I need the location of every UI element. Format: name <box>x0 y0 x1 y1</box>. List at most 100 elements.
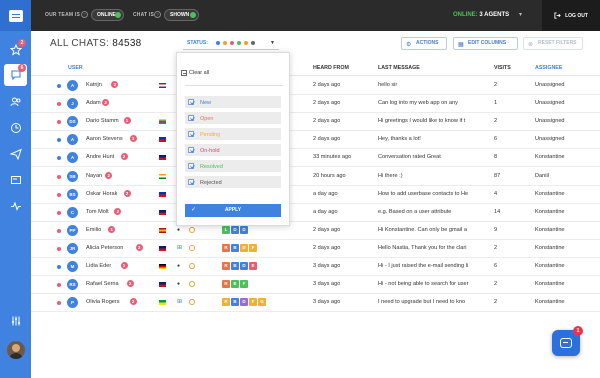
sidebar-item-canned[interactable] <box>4 169 27 191</box>
team-help-icon[interactable]: ? <box>81 11 88 18</box>
table-row[interactable]: BS Oskar Horak 2 a day ago How to add userba… <box>31 186 600 204</box>
assignee[interactable]: Unassigned <box>535 136 565 142</box>
logout-button[interactable]: LOG OUT <box>542 0 600 31</box>
segment-tag: D <box>240 298 248 307</box>
assignee[interactable]: Unassigned <box>535 118 565 124</box>
segment-tag: F <box>249 298 257 307</box>
user-name[interactable]: Olivia Rogers <box>86 299 120 305</box>
assignee[interactable]: Konstantine <box>535 299 565 305</box>
user-name[interactable]: Dario Stamm <box>86 118 119 124</box>
assignee[interactable]: Unassigned <box>535 100 565 106</box>
assignee[interactable]: Konstantine <box>535 281 565 287</box>
table-row[interactable]: A Aaron Stevens 1 2 days ago Hey, thanks a l… <box>31 131 600 150</box>
status-dot <box>57 246 61 251</box>
user-name[interactable]: Emilio <box>86 227 101 233</box>
segment-tag: E <box>249 262 257 270</box>
table-row[interactable]: J Adam 2 2 days ago Can log into my web app … <box>31 95 600 114</box>
status-option-3[interactable]: On-hold <box>185 144 281 157</box>
assignee[interactable]: Konstantine <box>535 154 565 160</box>
status-option-2[interactable]: Pending <box>185 128 281 141</box>
segment-tag: B <box>231 298 239 307</box>
unread-badge: 2 <box>123 189 131 197</box>
app-logo[interactable] <box>0 0 31 31</box>
sidebar-item-analytics[interactable] <box>4 195 27 217</box>
assignee[interactable]: Konstantine <box>535 191 565 197</box>
starred-badge: 2 <box>18 39 26 47</box>
sidebar-item-chats[interactable]: 6 <box>4 64 27 86</box>
column-assignee[interactable]: ASSIGNEE <box>535 65 562 71</box>
user-name[interactable]: Rafael Serna <box>86 281 119 287</box>
user-name[interactable]: Katrijn <box>86 82 102 88</box>
agent-avatar[interactable] <box>7 341 25 359</box>
assignee[interactable]: Konstantine <box>535 245 565 251</box>
table-row[interactable]: A Katrijn 2 2 days ago hello sir 2 Unassigned <box>31 77 600 95</box>
chat-shown-toggle[interactable]: SHOWN <box>164 9 199 21</box>
user-name[interactable]: Andre Hunt <box>86 154 114 160</box>
assignee[interactable]: Daniil <box>535 173 549 179</box>
segment-tag: R <box>222 280 230 289</box>
heard-from: 2 days ago <box>313 226 341 233</box>
sidebar-item-settings[interactable] <box>4 310 27 332</box>
status-filter-dropdown[interactable]: STATUS: ▼ <box>183 36 279 50</box>
actions-button[interactable]: ⚙ ACTIONS <box>401 37 447 50</box>
table-row[interactable]: RS Rafael Serna 2 ● R E F 3 days ago Hi - not be… <box>31 276 600 295</box>
status-option-4[interactable]: Resolved <box>185 160 281 173</box>
user-name[interactable]: Adam <box>86 100 101 106</box>
table-row[interactable]: A Andre Hunt 2 33 minutes ago Conversation r… <box>31 149 600 168</box>
avatar: J <box>67 98 78 110</box>
status-option-1[interactable]: Open <box>185 112 281 125</box>
table-row[interactable]: P Olivia Rogers 2 ⊞ R B D F G 3 days ago I need to… <box>31 294 600 313</box>
unread-badge: 1 <box>108 225 116 233</box>
sidebar-item-starred[interactable]: 2 <box>4 39 27 61</box>
column-heard-from[interactable]: HEARD FROM <box>313 65 349 71</box>
sidebar-item-history[interactable] <box>4 117 27 139</box>
avatar: A <box>67 80 78 91</box>
last-message: Hi there :) <box>378 172 403 179</box>
chat-widget-button[interactable]: 1 <box>552 326 583 356</box>
assignee[interactable]: Konstantine <box>535 209 565 215</box>
unread-badge: 1 <box>123 117 131 125</box>
user-name[interactable]: Lidia Eder <box>86 263 111 269</box>
team-online-toggle[interactable]: ONLINE <box>91 9 124 21</box>
sidebar-item-messages[interactable] <box>4 143 27 165</box>
user-name[interactable]: Alicia Peterson <box>86 245 123 251</box>
actions-label: ACTIONS <box>416 40 439 46</box>
sidebar-item-users[interactable] <box>4 91 27 113</box>
visits-count: 14 <box>494 208 501 215</box>
table-row[interactable]: DS Dario Stamm 1 2 days ago Hi greetings I w… <box>31 113 600 132</box>
apply-button[interactable]: ✓ APPLY <box>185 204 281 217</box>
user-name[interactable]: Oskar Horak <box>86 191 117 197</box>
avatar: DS <box>67 116 78 128</box>
table-row[interactable]: PP Emilio 1 ● L D D 2 days ago Hi Konstantine. C… <box>31 222 600 240</box>
status-option-5[interactable]: Rejected <box>185 176 281 189</box>
flag-icon <box>159 83 166 88</box>
chat-help-icon[interactable]: ? <box>154 11 161 18</box>
user-name[interactable]: Nayan <box>86 173 102 179</box>
table-row[interactable]: JR Alicia Peterson 2 ⊞ R B D F 2 days ago Hello N… <box>31 240 600 258</box>
status-color-dot <box>230 41 234 45</box>
user-name[interactable]: Tom Molt <box>86 209 109 215</box>
agents-online[interactable]: ONLINE: 3 AGENTS <box>453 12 509 18</box>
chevron-down-icon[interactable]: ▾ <box>519 11 522 18</box>
status-option-0[interactable]: New <box>185 96 281 109</box>
clear-all-option[interactable]: Clear all <box>181 70 209 76</box>
segment-tag: L <box>222 225 230 234</box>
assignee[interactable]: Unassigned <box>535 82 565 88</box>
checkbox-checked-icon <box>188 131 194 137</box>
user-name[interactable]: Aaron Stevens <box>86 136 123 142</box>
table-row[interactable]: SB Nayan 2 20 hours ago Hi there :) 87 Daniil <box>31 168 600 186</box>
column-user[interactable]: USER <box>68 65 83 71</box>
columns-icon: ▦ <box>458 42 464 48</box>
assignee[interactable]: Konstantine <box>535 263 565 269</box>
visits-count: 6 <box>494 263 498 269</box>
unread-badge: 1 <box>120 262 128 269</box>
logout-icon <box>554 12 561 19</box>
column-last-message[interactable]: LAST MESSAGE <box>378 65 420 71</box>
edit-columns-button[interactable]: ▦ EDIT COLUMNS <box>453 37 518 50</box>
column-visits[interactable]: VISITS <box>494 65 511 71</box>
assignee[interactable]: Konstantine <box>535 227 565 233</box>
table-row[interactable]: CTom Molt2●REFa day agoe.g. Based on a u… <box>31 204 600 222</box>
table-row[interactable]: M Lidia Eder 1 ● R B D E 3 days ago Hi - I just r… <box>31 258 600 276</box>
checkbox-checked-icon <box>188 99 194 105</box>
reset-filters-button[interactable]: ⊗ RESET FILTERS <box>523 37 583 50</box>
